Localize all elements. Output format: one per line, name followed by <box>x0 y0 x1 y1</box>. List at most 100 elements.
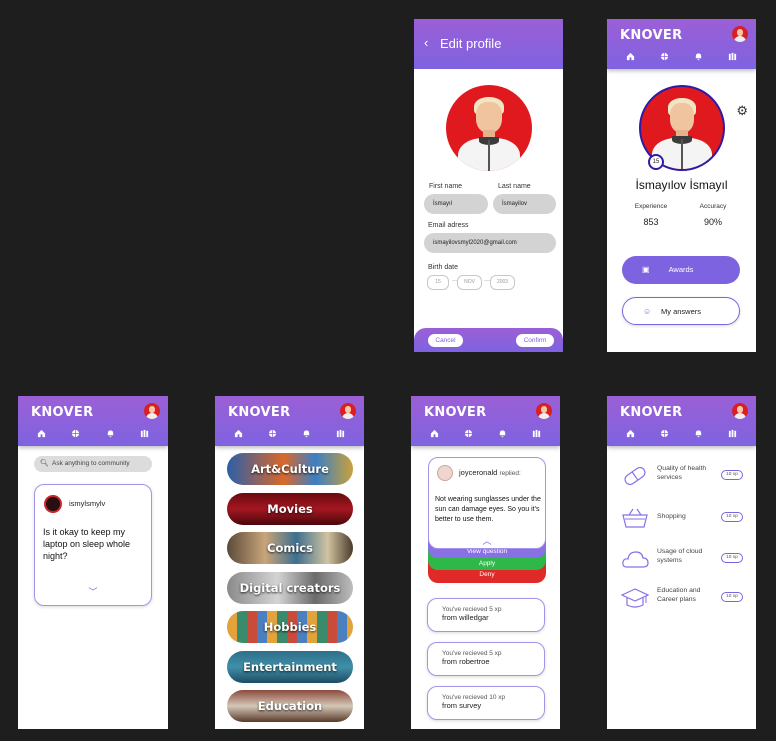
brand-logo: KNOVER <box>424 405 487 420</box>
avatar[interactable] <box>144 403 160 419</box>
awards-button[interactable]: ▣ Awards <box>622 256 740 284</box>
bell-icon[interactable] <box>103 428 117 442</box>
top-bar: KNOVER <box>607 396 756 446</box>
post-text: Is it okay to keep my laptop on sleep wh… <box>43 527 131 561</box>
globe-icon[interactable] <box>657 428 671 442</box>
xp-badge: 10 xp <box>721 553 743 563</box>
category-entertainment[interactable]: Entertainment <box>227 651 353 683</box>
xp-source: from willedgar <box>442 613 489 622</box>
chevron-up-icon[interactable]: ︿ <box>429 534 545 547</box>
xp-badge: 10 xp <box>721 470 743 480</box>
globe-icon[interactable] <box>265 428 279 442</box>
search-placeholder: Ask anything to community <box>52 460 130 467</box>
brand-logo: KNOVER <box>620 405 683 420</box>
top-bar: KNOVER <box>18 396 168 446</box>
avatar[interactable] <box>340 403 356 419</box>
library-icon[interactable] <box>138 428 152 442</box>
post-card[interactable]: ismylsmylv Is it okay to keep my laptop … <box>34 484 152 606</box>
confirm-button[interactable]: Confirm <box>516 334 554 347</box>
search-input[interactable]: 🔍︎ Ask anything to community <box>34 456 152 472</box>
skill-label: Education and Career plans <box>657 587 701 603</box>
profile-screen: KNOVER ⚙ 15 İsmayılov İsmayıl Experience… <box>607 19 756 352</box>
page-title: Edit profile <box>440 36 502 51</box>
xp-notification[interactable]: You've recieved 5 xp from robertroe <box>427 642 545 676</box>
category-label: Comics <box>267 541 313 555</box>
gear-icon[interactable]: ⚙ <box>736 103 748 119</box>
avatar[interactable] <box>437 465 453 481</box>
categories-screen: KNOVER Art&Culture Movies Comics Digital… <box>215 396 364 729</box>
globe-icon[interactable] <box>657 51 671 65</box>
email-field[interactable]: ismayilovsmyl2020@gmail.com <box>424 233 556 253</box>
avatar[interactable] <box>536 403 552 419</box>
last-name-field[interactable]: İsmayilov <box>493 194 556 214</box>
globe-icon[interactable] <box>461 428 475 442</box>
my-answers-button[interactable]: ☺ My answers <box>622 297 740 325</box>
bell-icon[interactable] <box>300 428 314 442</box>
bell-icon[interactable] <box>692 428 706 442</box>
notifications-screen: KNOVER Deny Apply View question joyceron… <box>411 396 560 729</box>
category-label: Digital creators <box>239 581 341 595</box>
category-movies[interactable]: Movies <box>227 493 353 525</box>
top-bar: KNOVER <box>607 19 756 69</box>
library-icon[interactable] <box>726 51 740 65</box>
back-arrow-icon[interactable]: ‹ <box>424 35 428 50</box>
category-hobbies[interactable]: Hobbies <box>227 611 353 643</box>
home-icon[interactable] <box>427 428 441 442</box>
xp-notification[interactable]: You've recieved 10 xp from survey <box>427 686 545 720</box>
library-icon[interactable] <box>726 428 740 442</box>
my-answers-label: My answers <box>660 307 701 316</box>
skill-item-shopping[interactable]: Shopping 10 xp <box>621 506 751 530</box>
awards-label: Awards <box>668 265 694 274</box>
avatar[interactable] <box>732 403 748 419</box>
post-username[interactable]: ismylsmylv <box>69 499 105 508</box>
first-name-field[interactable]: İsmayıl <box>424 194 488 214</box>
avatar[interactable] <box>732 26 748 42</box>
birth-month-field[interactable]: NOV <box>457 275 482 290</box>
category-comics[interactable]: Comics <box>227 532 353 564</box>
cloud-icon <box>622 551 649 568</box>
feed-screen: KNOVER 🔍︎ Ask anything to community ismy… <box>18 396 168 729</box>
home-icon[interactable] <box>34 428 48 442</box>
search-icon: 🔍︎ <box>40 460 49 467</box>
pill-icon <box>624 466 646 486</box>
home-icon[interactable] <box>623 428 637 442</box>
xp-notification[interactable]: You've recieved 5 xp from willedgar <box>427 598 545 632</box>
reply-card[interactable]: joyceronald replied: Not wearing sunglas… <box>428 457 546 549</box>
avatar[interactable] <box>446 85 532 171</box>
birth-year-field[interactable]: 2003 <box>490 275 515 290</box>
birth-day-field[interactable]: 15 <box>427 275 449 290</box>
chevron-down-icon[interactable]: ﹀ <box>35 585 151 598</box>
library-icon[interactable] <box>530 428 544 442</box>
reply-text: Not wearing sunglasses under the sun can… <box>435 496 541 523</box>
skill-item-cloud[interactable]: Usage of cloud systems 10 xp <box>621 547 751 571</box>
skill-item-education[interactable]: Education and Career plans 10 xp <box>621 586 751 610</box>
xp-source: from robertroe <box>442 657 490 666</box>
email-label: Email adress <box>428 222 469 229</box>
avatar[interactable] <box>44 495 62 513</box>
home-icon[interactable] <box>231 428 245 442</box>
cancel-button[interactable]: Cancel <box>428 334 463 347</box>
category-education[interactable]: Education <box>227 690 353 722</box>
globe-icon[interactable] <box>69 428 83 442</box>
edit-profile-screen: ‹ Edit profile First name Last name İsma… <box>414 19 563 352</box>
experience-label: Experience <box>634 203 668 210</box>
accuracy-label: Accuracy <box>699 203 727 210</box>
level-badge: 15 <box>648 154 664 170</box>
category-label: Hobbies <box>263 620 317 634</box>
xp-badge: 10 xp <box>721 592 743 602</box>
basket-icon <box>622 508 648 528</box>
birth-date-label: Birth date <box>428 264 458 271</box>
xp-source: from survey <box>442 701 482 710</box>
category-label: Movies <box>267 502 313 516</box>
edit-profile-header: ‹ Edit profile <box>414 19 563 69</box>
library-icon[interactable] <box>334 428 348 442</box>
category-digital-creators[interactable]: Digital creators <box>227 572 353 604</box>
top-bar: KNOVER <box>215 396 364 446</box>
home-icon[interactable] <box>623 51 637 65</box>
bell-icon[interactable] <box>496 428 510 442</box>
xp-badge: 10 xp <box>721 512 743 522</box>
skill-item-health[interactable]: Quality of health services 10 xp <box>621 464 751 488</box>
category-art-culture[interactable]: Art&Culture <box>227 453 353 485</box>
bell-icon[interactable] <box>692 51 706 65</box>
experience-value: 853 <box>643 217 659 227</box>
